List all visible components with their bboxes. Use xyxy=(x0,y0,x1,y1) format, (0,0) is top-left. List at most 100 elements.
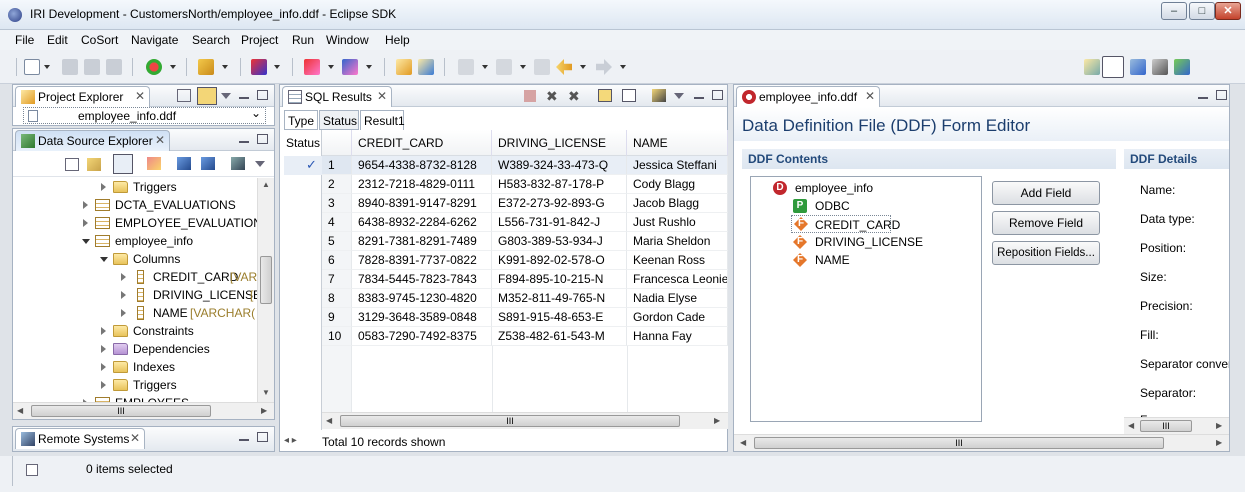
cosort-job-icon[interactable] xyxy=(304,59,320,75)
minimize-icon[interactable] xyxy=(1198,97,1208,99)
menu-run[interactable]: Run xyxy=(292,33,314,47)
prev-annotation-icon[interactable] xyxy=(496,59,512,75)
chevron-down-icon[interactable] xyxy=(170,65,176,69)
collapse-icon[interactable] xyxy=(100,257,108,262)
scroll-right-icon[interactable]: ▶ xyxy=(1216,421,1222,430)
table-cell[interactable]: F894-895-10-215-N xyxy=(492,270,627,289)
menu-file[interactable]: File xyxy=(15,33,34,47)
collapse-all-icon[interactable] xyxy=(65,158,79,171)
print-icon[interactable] xyxy=(106,59,122,75)
tab-employee-info-ddf[interactable]: employee_info.ddf ✕ xyxy=(736,86,880,107)
table-cell[interactable]: Gordon Cade xyxy=(627,308,728,327)
table-cell[interactable]: Nadia Elyse xyxy=(627,289,728,308)
properties-icon[interactable] xyxy=(231,157,245,170)
table-cell[interactable]: Jacob Blagg xyxy=(627,194,728,213)
scroll-down-icon[interactable]: ⌄ xyxy=(251,106,261,120)
tab-data-source-explorer[interactable]: Data Source Explorer ✕ xyxy=(15,130,170,151)
table-cell[interactable]: 3129-3648-3589-0848 xyxy=(352,308,492,327)
open-folder-icon[interactable] xyxy=(396,59,412,75)
minimize-icon[interactable] xyxy=(239,97,249,99)
expand-icon[interactable] xyxy=(121,291,126,299)
ddf-node-credit-card[interactable]: F CREDIT_CARD xyxy=(791,215,900,233)
scroll-left-icon[interactable]: ◀ xyxy=(326,416,332,425)
chevron-down-icon[interactable] xyxy=(482,65,488,69)
maximize-icon[interactable] xyxy=(257,90,268,100)
close-icon[interactable]: ✕ xyxy=(865,89,875,103)
row-number-cell[interactable]: 10 xyxy=(322,327,352,346)
back-arrow-icon[interactable] xyxy=(556,59,572,75)
toggle-icon[interactable] xyxy=(652,89,666,102)
table-cell[interactable]: Keenan Ross xyxy=(627,251,728,270)
maximize-icon[interactable] xyxy=(257,432,268,442)
tab-type[interactable]: Type xyxy=(284,110,318,130)
table-cell[interactable]: Z538-482-61-543-M xyxy=(492,327,627,346)
table-cell[interactable]: S891-915-48-653-E xyxy=(492,308,627,327)
table-cell[interactable]: 9654-4338-8732-8128 xyxy=(352,156,492,175)
row-number-cell[interactable]: 9 xyxy=(322,308,352,327)
table-cell[interactable]: 8940-8391-9147-8291 xyxy=(352,194,492,213)
menu-window[interactable]: Window xyxy=(326,33,369,47)
table-cell[interactable]: Just Rushlo xyxy=(627,213,728,232)
expand-icon[interactable] xyxy=(83,201,88,209)
import-icon[interactable] xyxy=(177,157,191,170)
view-menu-icon[interactable] xyxy=(674,93,684,99)
column-header-credit-card[interactable]: CREDIT_CARD xyxy=(352,130,492,156)
folder-view-icon[interactable] xyxy=(598,89,612,102)
row-number-cell[interactable]: 7 xyxy=(322,270,352,289)
table-cell[interactable]: M352-811-49-765-N xyxy=(492,289,627,308)
reposition-fields-button[interactable]: Reposition Fields... xyxy=(992,241,1100,265)
scroll-left-icon[interactable]: ◀ xyxy=(740,438,746,447)
collapse-all-icon[interactable] xyxy=(177,89,191,102)
table-cell[interactable]: 7828-8391-7737-0822 xyxy=(352,251,492,270)
tab-result1[interactable]: Result1 xyxy=(360,110,405,130)
menu-help[interactable]: Help xyxy=(385,33,410,47)
row-number-cell[interactable]: 6 xyxy=(322,251,352,270)
table-cell[interactable]: W389-324-33-473-Q xyxy=(492,156,627,175)
table-cell[interactable]: Hanna Fay xyxy=(627,327,728,346)
expand-icon[interactable] xyxy=(101,363,106,371)
table-cell[interactable]: Jessica Steffani xyxy=(627,156,728,175)
fast-view-icon[interactable] xyxy=(26,464,38,476)
expand-icon[interactable] xyxy=(121,273,126,281)
dse-horizontal-scrollbar[interactable]: ◀ III ▶ xyxy=(13,402,274,419)
expand-icon[interactable] xyxy=(101,183,106,191)
tab-remote-systems[interactable]: Remote Systems ✕ xyxy=(15,428,145,449)
table-cell[interactable]: G803-389-53-934-J xyxy=(492,232,627,251)
chevron-down-icon[interactable] xyxy=(44,65,50,69)
table-cell[interactable]: E372-273-92-893-G xyxy=(492,194,627,213)
document-icon[interactable] xyxy=(622,89,636,102)
next-annotation-icon[interactable] xyxy=(458,59,474,75)
row-number-cell[interactable]: 5 xyxy=(322,232,352,251)
menu-navigate[interactable]: Navigate xyxy=(131,33,178,47)
scroll-thumb[interactable]: III xyxy=(1140,420,1192,432)
row-number-cell[interactable]: 3 xyxy=(322,194,352,213)
remove-all-icon[interactable]: ✖ xyxy=(568,88,582,104)
close-icon[interactable]: ✕ xyxy=(377,89,387,103)
stop-icon[interactable] xyxy=(524,90,536,102)
perspective-debug-icon[interactable] xyxy=(1174,59,1190,75)
table-cell[interactable]: Francesca Leonie xyxy=(627,270,728,289)
scroll-up-icon[interactable]: ▲ xyxy=(262,180,270,189)
maximize-button[interactable]: □ xyxy=(1189,2,1215,20)
minimize-icon[interactable] xyxy=(239,439,249,441)
debug-icon[interactable] xyxy=(146,59,162,75)
grid-horizontal-scrollbar[interactable]: ◀ III ▶ xyxy=(322,412,728,429)
scroll-right-icon[interactable]: ▶ xyxy=(1216,438,1222,447)
save-all-icon[interactable] xyxy=(84,59,100,75)
scroll-thumb[interactable] xyxy=(260,256,272,304)
chevron-down-icon[interactable] xyxy=(366,65,372,69)
scroll-thumb[interactable]: III xyxy=(340,415,680,427)
dse-vertical-scrollbar[interactable]: ▲ ▼ xyxy=(257,178,274,402)
menu-project[interactable]: Project xyxy=(241,33,278,47)
chevron-down-icon[interactable] xyxy=(328,65,334,69)
close-icon[interactable]: ✕ xyxy=(155,133,165,147)
details-horizontal-scrollbar[interactable]: ◀ III ▶ xyxy=(1124,417,1229,434)
selected-file-row[interactable]: employee_info.ddf ⌄ xyxy=(23,106,266,124)
scroll-right-icon[interactable]: ▶ xyxy=(261,406,267,415)
expand-icon[interactable] xyxy=(101,345,106,353)
table-cell[interactable]: 0583-7290-7492-8375 xyxy=(352,327,492,346)
table-cell[interactable]: 2312-7218-4829-0111 xyxy=(352,175,492,194)
chevron-down-icon[interactable] xyxy=(580,65,586,69)
menu-search[interactable]: Search xyxy=(192,33,230,47)
table-cell[interactable]: 8291-7381-8291-7489 xyxy=(352,232,492,251)
